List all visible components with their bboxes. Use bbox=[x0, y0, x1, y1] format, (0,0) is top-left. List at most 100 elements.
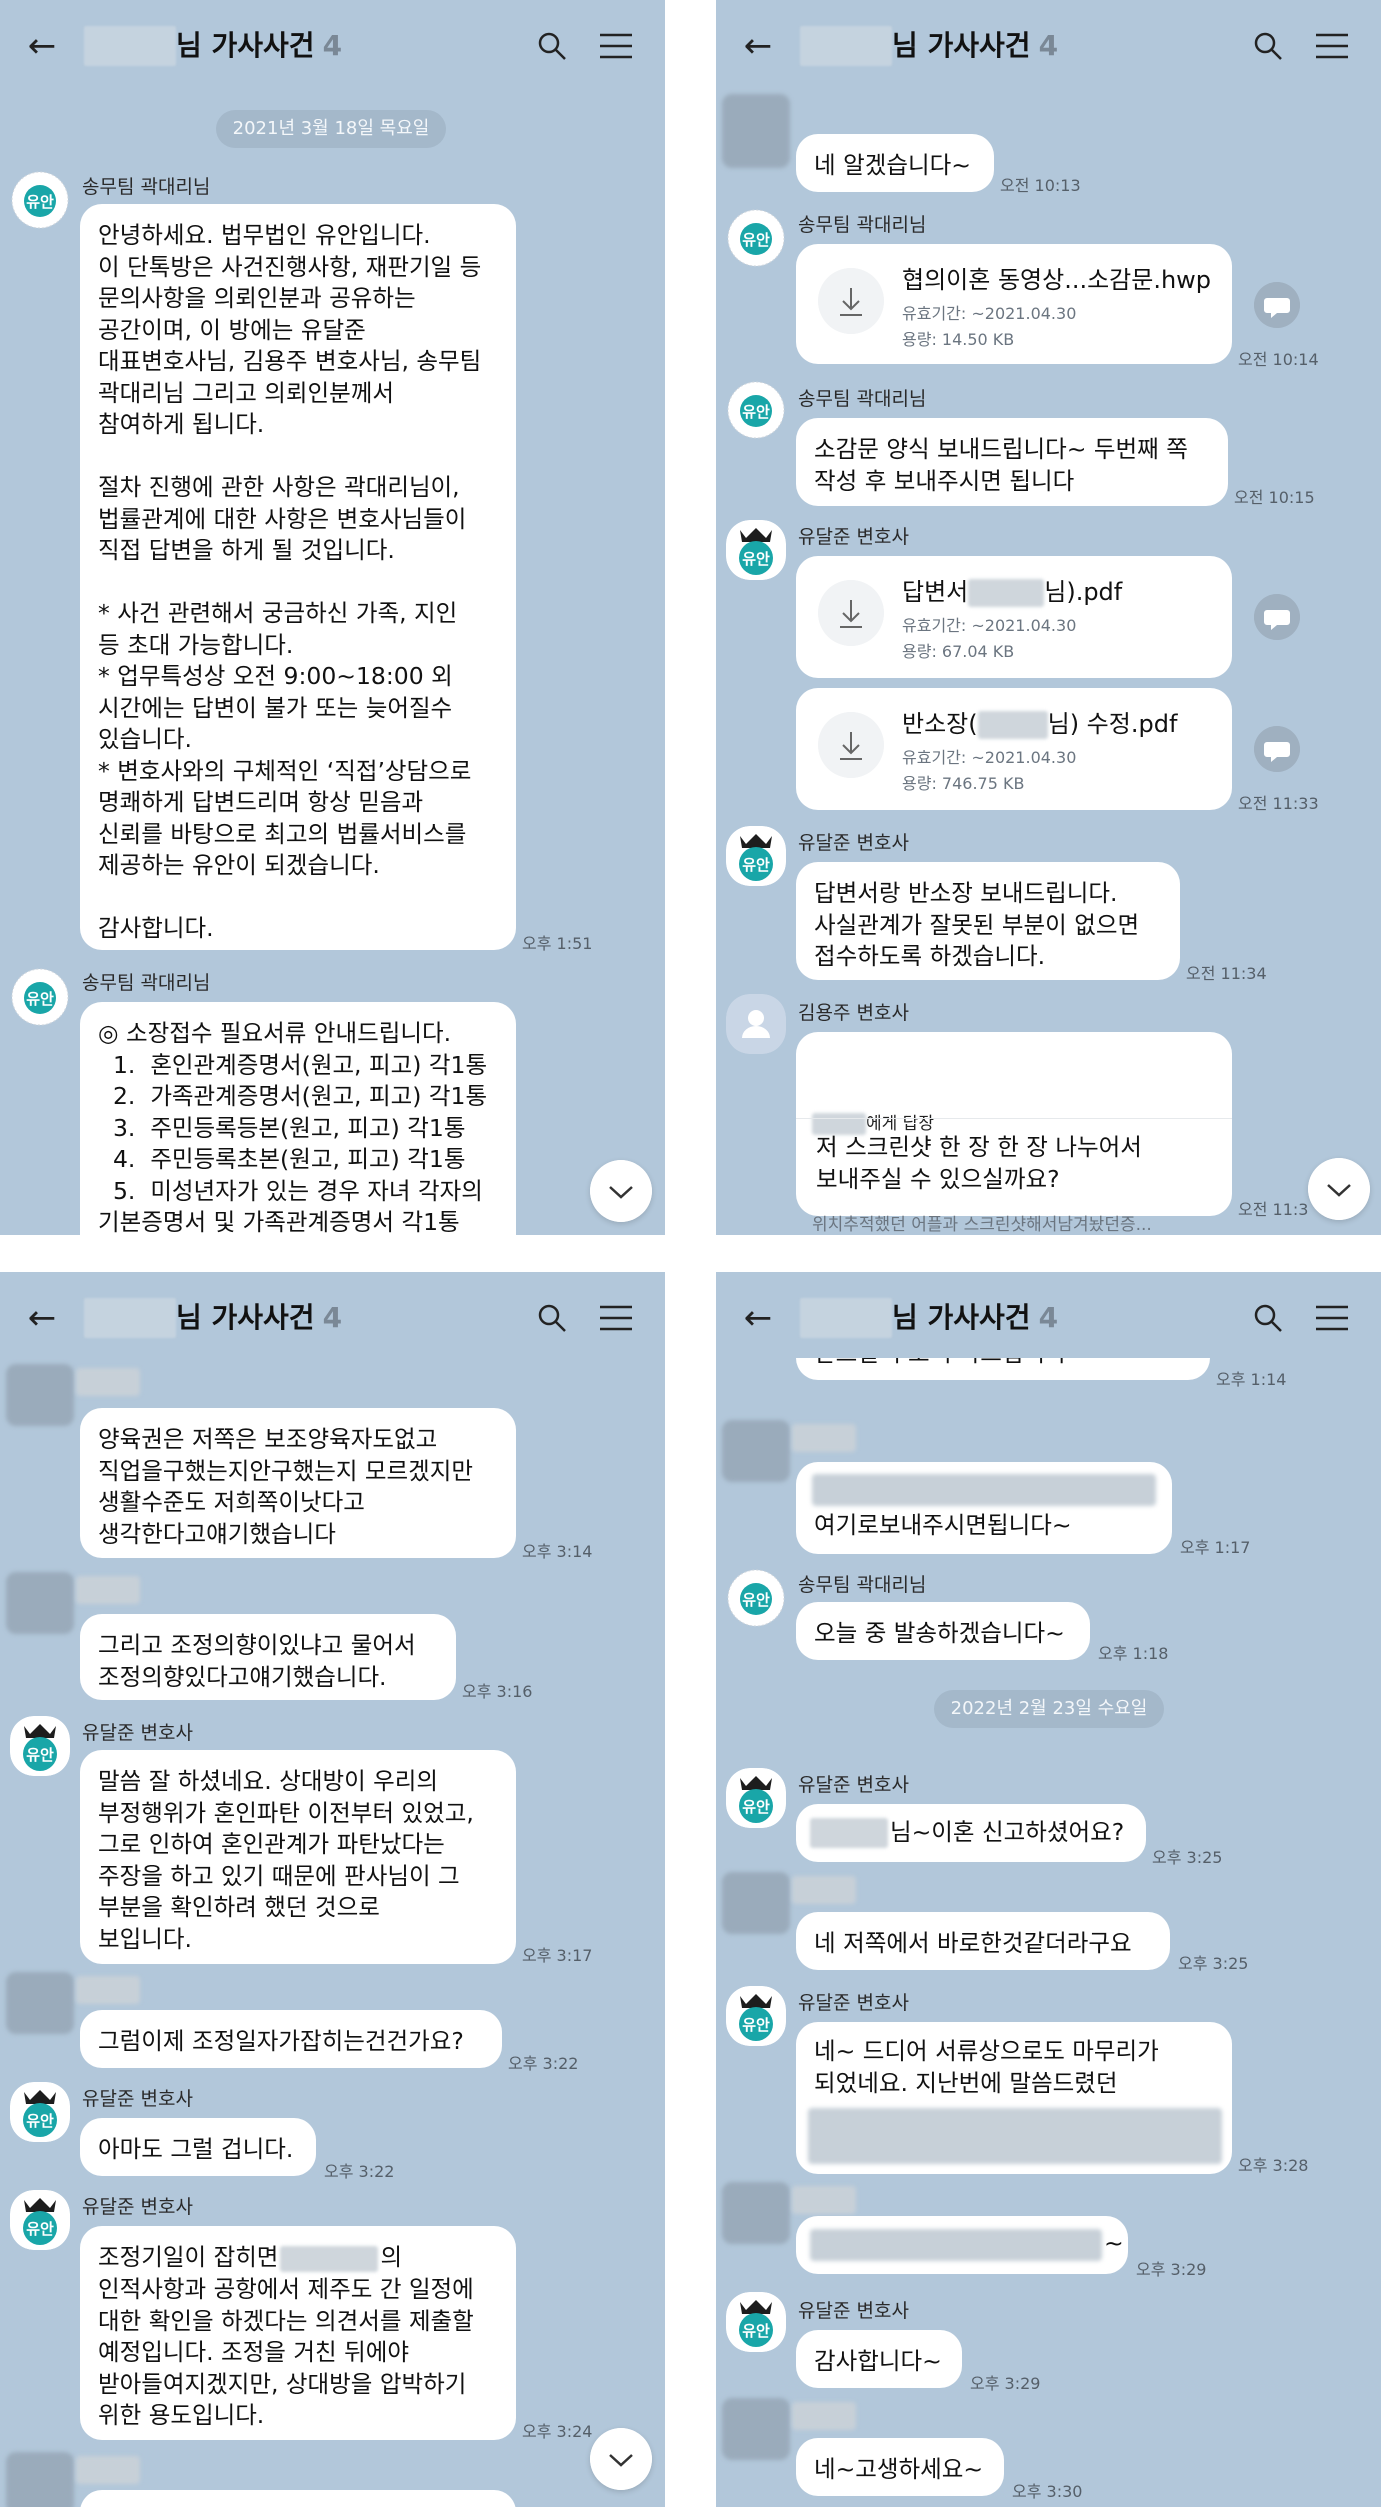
search-icon[interactable] bbox=[1252, 30, 1284, 62]
default-profile-icon[interactable] bbox=[726, 994, 786, 1054]
message-time: 오후 3:14 bbox=[522, 1542, 593, 1561]
file-expiry: 유효기간: ~2021.04.30 bbox=[902, 616, 1077, 635]
avatar[interactable] bbox=[6, 1572, 74, 1634]
chat-header: ← 님 가사사건 4 bbox=[716, 0, 1381, 90]
message-bubble[interactable]: 여기로보내주시면됩니다~ bbox=[796, 1462, 1172, 1554]
reply-to-label: 에게 답장 bbox=[866, 1114, 934, 1134]
chevron-down-icon[interactable] bbox=[1308, 1158, 1370, 1220]
menu-icon[interactable] bbox=[598, 30, 634, 62]
reply-message-bubble[interactable]: 에게 답장 위치추적했던 어플과 스크린샷해서남겨놨던증... 저 스크린샷 한… bbox=[796, 1032, 1232, 1235]
avatar[interactable] bbox=[722, 1872, 790, 1934]
sender-name: 송무팀 곽대리님 bbox=[798, 214, 927, 236]
message-time: 오후 3:24 bbox=[522, 2422, 593, 2441]
redacted-text bbox=[808, 2108, 1222, 2164]
redacted-name bbox=[977, 711, 1048, 739]
file-name: 반소장(님) 수정.pdf bbox=[902, 710, 1178, 739]
lawyer-avatar[interactable] bbox=[10, 2082, 70, 2142]
chat-title: 님 가사사건 4 bbox=[892, 29, 1059, 62]
message-bubble[interactable]: ~ bbox=[796, 2216, 1128, 2274]
lawyer-avatar[interactable] bbox=[726, 520, 786, 580]
law-firm-logo[interactable] bbox=[10, 170, 70, 230]
chat-panel-4: 받으실 주소 부탁드립니다~ ← 님 가사사건4 오후 1:14 여기로보내주시… bbox=[716, 1272, 1381, 2507]
lawyer-avatar[interactable] bbox=[726, 826, 786, 886]
law-firm-logo[interactable] bbox=[726, 380, 786, 440]
message-bubble[interactable]: 오늘 중 발송하겠습니다~ bbox=[796, 1602, 1090, 1660]
message-bubble[interactable]: 소감문 양식 보내드립니다~ 두번째 쪽 작성 후 보내주시면 됩니다 bbox=[796, 418, 1228, 506]
message-bubble[interactable]: 그럼이제 조정일자가잡히는건건가요? bbox=[80, 2010, 502, 2068]
download-icon[interactable] bbox=[818, 712, 884, 778]
member-count: 4 bbox=[322, 1301, 343, 1334]
message-bubble-partial[interactable] bbox=[80, 2490, 516, 2507]
message-time: 오후 3:17 bbox=[522, 1946, 593, 1965]
search-icon[interactable] bbox=[536, 1302, 568, 1334]
download-icon[interactable] bbox=[818, 268, 884, 334]
quoted-text: 위치추적했던 어플과 스크린샷해서남겨놨던증... bbox=[812, 1214, 1152, 1235]
sender-name: 유달준 변호사 bbox=[798, 1992, 909, 2014]
redacted-name bbox=[810, 1818, 888, 1848]
message-text: 네~ 드디어 서류상으로도 마무리가 되었네요. 지난번에 말씀드렸던 bbox=[814, 2037, 1159, 2097]
message-bubble[interactable]: 네~고생하세요~ bbox=[796, 2438, 1004, 2496]
message-bubble[interactable]: 조정기일이 잡히면 의 인적사항과 공항에서 제주도 간 일정에 대한 확인을 하… bbox=[80, 2226, 516, 2440]
avatar[interactable] bbox=[722, 94, 790, 168]
message-time: 오후 1:51 bbox=[522, 934, 593, 953]
message-time: 오후 3:25 bbox=[1152, 1848, 1223, 1867]
redacted-sender bbox=[792, 1424, 856, 1452]
law-firm-logo[interactable] bbox=[726, 208, 786, 268]
lawyer-avatar[interactable] bbox=[726, 1986, 786, 2046]
back-arrow-icon[interactable]: ← bbox=[22, 1298, 62, 1338]
lawyer-avatar[interactable] bbox=[10, 1716, 70, 1776]
menu-icon[interactable] bbox=[1314, 30, 1350, 62]
message-bubble[interactable]: 그리고 조정의향이있냐고 물어서 조정의향있다고얘기했습니다. bbox=[80, 1614, 456, 1700]
lawyer-avatar[interactable] bbox=[10, 2190, 70, 2250]
chat-title: 님 가사사건 4 bbox=[892, 1301, 1059, 1334]
share-icon[interactable] bbox=[1254, 282, 1300, 328]
file-size: 용량: 14.50 KB bbox=[902, 330, 1015, 349]
message-bubble[interactable]: 말씀 잘 하셨네요. 상대방이 우리의 부정행위가 혼인파탄 이전부터 있었고,… bbox=[80, 1750, 516, 1964]
lawyer-avatar[interactable] bbox=[726, 1768, 786, 1828]
chevron-down-icon[interactable] bbox=[590, 1160, 652, 1222]
file-attachment[interactable]: 반소장(님) 수정.pdf 유효기간: ~2021.04.30 용량: 746.… bbox=[796, 688, 1232, 810]
search-icon[interactable] bbox=[536, 30, 568, 62]
share-icon[interactable] bbox=[1254, 594, 1300, 640]
menu-icon[interactable] bbox=[598, 1302, 634, 1334]
message-bubble[interactable]: 네~ 드디어 서류상으로도 마무리가 되었네요. 지난번에 말씀드렸던 bbox=[796, 2022, 1232, 2174]
file-attachment[interactable]: 협의이혼 동영상...소감문.hwp 유효기간: ~2021.04.30 용량:… bbox=[796, 244, 1232, 364]
law-firm-logo[interactable] bbox=[10, 967, 70, 1027]
search-icon[interactable] bbox=[1252, 1302, 1284, 1334]
redacted-name bbox=[968, 579, 1045, 607]
message-text: 여기로보내주시면됩니다~ bbox=[814, 1511, 1072, 1539]
message-text: ~ bbox=[1104, 2229, 1124, 2257]
message-bubble[interactable]: 아마도 그럴 겁니다. bbox=[80, 2118, 316, 2176]
chevron-down-icon[interactable] bbox=[590, 2428, 652, 2490]
chat-header: ← 님 가사사건 4 bbox=[716, 1272, 1381, 1358]
download-icon[interactable] bbox=[818, 580, 884, 646]
lawyer-avatar[interactable] bbox=[726, 2292, 786, 2352]
message-bubble[interactable]: 네 저쪽에서 바로한것같더라구요 bbox=[796, 1912, 1170, 1970]
file-expiry: 유효기간: ~2021.04.30 bbox=[902, 304, 1077, 323]
back-arrow-icon[interactable]: ← bbox=[22, 26, 62, 66]
message-time: 오후 1:14 bbox=[1216, 1370, 1287, 1389]
message-bubble[interactable]: 양육권은 저쪽은 보조양육자도없고 직업을구했는지안구했는지 모르겠지만 생활수… bbox=[80, 1408, 516, 1558]
avatar[interactable] bbox=[6, 1364, 74, 1426]
back-arrow-icon[interactable]: ← bbox=[738, 1298, 778, 1338]
message-bubble[interactable]: 님~이혼 신고하셨어요? bbox=[796, 1804, 1146, 1862]
avatar[interactable] bbox=[722, 1420, 790, 1482]
message-bubble[interactable]: 감사합니다~ bbox=[796, 2330, 962, 2388]
message-bubble[interactable]: 네 알겠습니다~ bbox=[796, 134, 994, 192]
message-bubble[interactable]: 답변서랑 반소장 보내드립니다. 사실관계가 잘못된 부분이 없으면 접수하도록… bbox=[796, 862, 1180, 980]
avatar[interactable] bbox=[722, 2398, 790, 2460]
chat-title: 님 가사사건 4 bbox=[176, 1301, 343, 1334]
date-divider: 2021년 3월 18일 목요일 bbox=[216, 110, 446, 148]
avatar[interactable] bbox=[6, 1972, 74, 2034]
law-firm-logo[interactable] bbox=[726, 1568, 786, 1628]
avatar[interactable] bbox=[6, 2452, 74, 2507]
message-bubble[interactable]: ◎ 소장접수 필요서류 안내드립니다. 1. 혼인관계증명서(원고, 피고) 각… bbox=[80, 1002, 516, 1235]
file-attachment[interactable]: 답변서 님).pdf 유효기간: ~2021.04.30 용량: 67.04 KB bbox=[796, 556, 1232, 678]
avatar[interactable] bbox=[722, 2182, 790, 2244]
sender-name: 유달준 변호사 bbox=[82, 2088, 193, 2110]
message-time: 오전 10:13 bbox=[1000, 176, 1081, 195]
back-arrow-icon[interactable]: ← bbox=[738, 26, 778, 66]
share-icon[interactable] bbox=[1254, 726, 1300, 772]
menu-icon[interactable] bbox=[1314, 1302, 1350, 1334]
message-bubble[interactable]: 안녕하세요. 법무법인 유안입니다. 이 단톡방은 사건진행사항, 재판기일 등… bbox=[80, 204, 516, 950]
